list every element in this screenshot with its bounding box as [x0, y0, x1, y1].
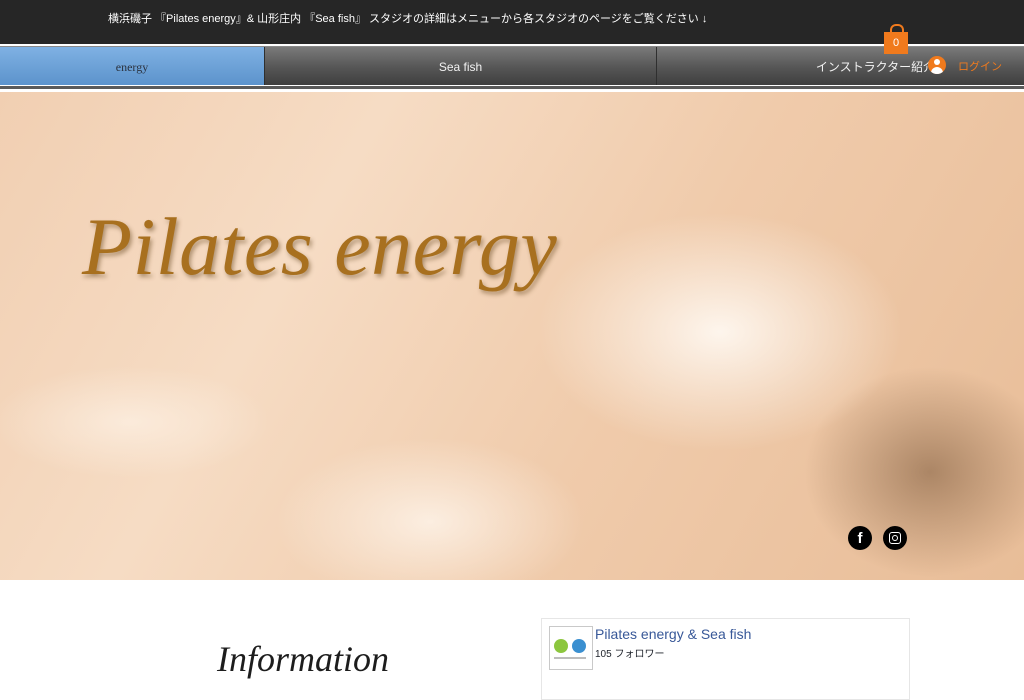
facebook-link[interactable]: f: [848, 526, 872, 550]
announcement-text: 横浜磯子 『Pilates energy』& 山形庄内 『Sea fish』 ス…: [108, 13, 708, 25]
facebook-page-widget[interactable]: Pilates energy & Sea fish 105 フォロワー: [541, 618, 910, 700]
instagram-lens-icon: [892, 535, 898, 541]
nav-item-energy[interactable]: energy: [0, 47, 264, 85]
page-logo[interactable]: [549, 626, 593, 670]
announcement-bar: 横浜磯子 『Pilates energy』& 山形庄内 『Sea fish』 ス…: [0, 0, 1024, 44]
cart-button[interactable]: 0: [884, 24, 908, 56]
login-label: ログイン: [958, 61, 1002, 73]
facebook-page-name[interactable]: Pilates energy & Sea fish: [595, 626, 751, 642]
instagram-link[interactable]: [883, 526, 907, 550]
hero-banner: Pilates energy f: [0, 92, 1024, 580]
cart-count: 0: [884, 32, 908, 54]
hero-divider: [0, 86, 1024, 89]
nav-item-sea-fish[interactable]: Sea fish: [265, 47, 656, 85]
information-heading: Information: [217, 639, 390, 679]
facebook-icon: f: [857, 530, 863, 547]
main-nav: energy Sea fish インストラクター紹介: [0, 46, 1024, 85]
user-avatar-icon: [928, 56, 946, 74]
follower-count: 105 フォロワー: [595, 649, 665, 660]
hero-title: Pilates energy: [82, 201, 558, 292]
